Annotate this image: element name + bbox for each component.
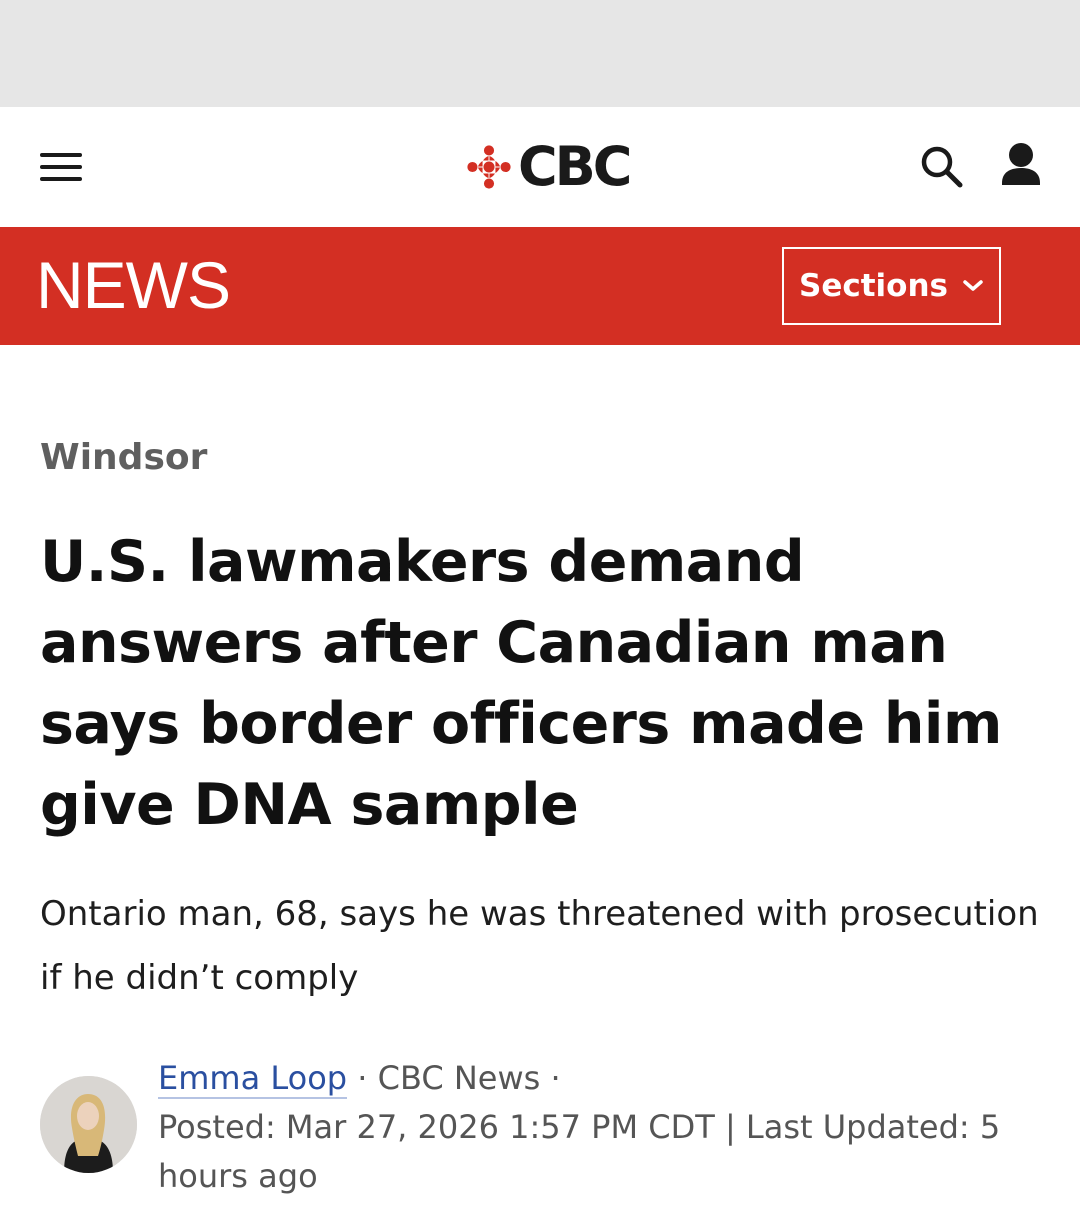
news-section-bar: NEWS Sections [0, 227, 1080, 345]
byline-text: Emma Loop · CBC News · Posted: Mar 27, 2… [158, 1054, 1058, 1201]
article-deck: Ontario man, 68, says he was threatened … [40, 894, 1039, 998]
posted-timestamp: Posted: Mar 27, 2026 1:57 PM CDT [158, 1108, 715, 1146]
site-header: CBC [0, 107, 1080, 227]
hamburger-line [40, 165, 82, 169]
byline-outlet: CBC News [377, 1059, 541, 1097]
author-link[interactable]: Emma Loop [158, 1059, 348, 1099]
search-button[interactable] [918, 143, 968, 193]
article-location[interactable]: Windsor [40, 436, 207, 480]
menu-button[interactable] [40, 145, 92, 189]
news-title[interactable]: NEWS [36, 249, 231, 321]
timestamp-divider: | [714, 1108, 746, 1146]
sections-label: Sections [799, 268, 948, 304]
hamburger-menu-icon [40, 153, 82, 157]
cbc-gem-logo-icon [467, 145, 511, 189]
search-icon [921, 146, 963, 188]
article-headline: U.S. lawmakers demand answers after Cana… [40, 529, 1002, 838]
status-strip [0, 0, 1080, 107]
chevron-down-icon [963, 280, 983, 291]
hamburger-line [40, 177, 82, 181]
logo-wordmark: CBC [518, 135, 632, 198]
user-icon [1002, 143, 1040, 185]
cbc-logo[interactable]: CBC [466, 135, 632, 198]
byline-separator: · [347, 1059, 378, 1097]
account-button[interactable] [998, 141, 1044, 191]
byline-separator: · [540, 1059, 561, 1097]
author-avatar [40, 1076, 137, 1173]
sections-dropdown-button[interactable]: Sections [782, 247, 1001, 325]
author-photo [40, 1076, 137, 1173]
article-byline: Emma Loop · CBC News · Posted: Mar 27, 2… [40, 1054, 1060, 1195]
